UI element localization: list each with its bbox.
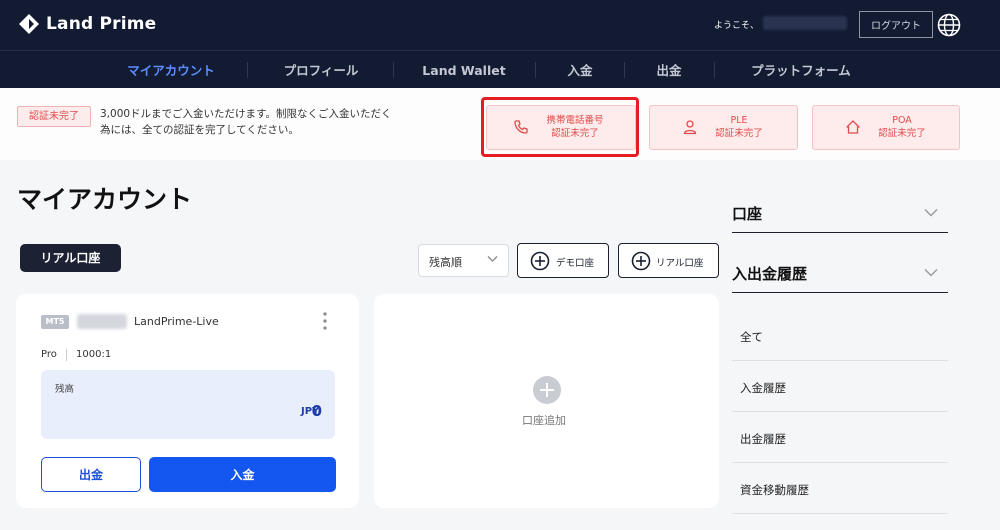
nav-item-profile[interactable]: プロフィール — [262, 51, 380, 89]
nav-divider — [247, 62, 248, 78]
add-real-account-button[interactable]: リアル口座 — [618, 243, 719, 278]
verification-message: 3,000ドルまでご入金いただけます。制限なくご入金いただく為には、全ての認証を… — [100, 108, 392, 136]
sort-select-value: 残高順 — [429, 256, 462, 269]
poa-card-status: 認証未完了 — [878, 128, 926, 139]
plus-circle-icon — [530, 251, 550, 271]
add-demo-account-button[interactable]: デモ口座 — [517, 243, 609, 278]
nav-item-deposit[interactable]: 入金 — [548, 51, 612, 89]
nav-item-platform[interactable]: プラットフォーム — [728, 51, 874, 89]
home-icon — [846, 120, 860, 134]
brand-logo[interactable]: Land Prime — [18, 13, 156, 35]
sidebar-item-label: 全て — [740, 330, 763, 344]
account-info-divider — [66, 349, 67, 361]
nav-item-withdraw[interactable]: 出金 — [637, 51, 701, 89]
withdraw-button[interactable]: 出金 — [41, 457, 141, 492]
nav-divider — [714, 62, 715, 78]
balance-label: 残高 — [55, 384, 75, 395]
logo-diamond-icon — [19, 14, 39, 34]
logout-button[interactable]: ログアウト — [859, 11, 933, 38]
page-title: マイアカウント — [17, 185, 193, 214]
welcome-text: ようこそ、 — [714, 21, 760, 31]
sidebar-section-accounts[interactable]: 口座 — [732, 195, 948, 233]
nav-divider — [393, 62, 394, 78]
sidebar-item-all[interactable]: 全て — [732, 310, 948, 361]
sidebar-section-title: 口座 — [732, 205, 763, 223]
account-type: Pro — [41, 349, 57, 360]
nav-item-land-wallet[interactable]: Land Wallet — [405, 51, 523, 89]
sidebar-section-title: 入出金履歴 — [732, 265, 808, 283]
main-nav: マイアカウント プロフィール Land Wallet 入金 出金 プラットフォー… — [0, 50, 1000, 88]
chevron-down-icon — [487, 256, 498, 262]
ple-card-status: 認証未完了 — [715, 128, 763, 139]
poa-card-title: POA — [892, 115, 912, 126]
platform-badge: MT5 — [41, 315, 69, 329]
sidebar-item-label: 資金移動履歴 — [740, 483, 809, 497]
ple-verification-card[interactable]: PLE 認証未完了 — [649, 105, 798, 150]
sidebar-item-label: 出金履歴 — [740, 432, 786, 446]
add-real-label: リアル口座 — [656, 258, 704, 269]
nav-divider — [624, 62, 625, 78]
chevron-down-icon — [924, 269, 938, 277]
user-icon — [683, 120, 697, 135]
account-leverage: 1000:1 — [76, 349, 112, 360]
brand-name: Land Prime — [46, 14, 157, 34]
sidebar-item-withdraw-history[interactable]: 出金履歴 — [732, 412, 948, 463]
masked-account-number — [77, 314, 127, 329]
account-server-name: LandPrime-Live — [134, 315, 219, 328]
balance-currency: JPY — [301, 406, 320, 417]
tab-real-account[interactable]: リアル口座 — [20, 244, 121, 272]
sidebar-item-transfer-history[interactable]: 資金移動履歴 — [732, 463, 948, 514]
unverified-badge: 認証未完了 — [17, 106, 91, 127]
globe-icon[interactable] — [937, 13, 961, 37]
nav-item-my-account[interactable]: マイアカウント — [108, 51, 234, 89]
add-account-label: 口座追加 — [522, 414, 566, 427]
deposit-button[interactable]: 入金 — [149, 457, 336, 492]
sidebar-item-label: 入金履歴 — [740, 381, 786, 395]
sort-select[interactable]: 残高順 — [418, 244, 509, 277]
masked-username — [763, 16, 847, 30]
chevron-down-icon — [924, 209, 938, 217]
sidebar-item-deposit-history[interactable]: 入金履歴 — [732, 361, 948, 412]
balance-panel — [41, 370, 335, 439]
nav-divider — [535, 62, 536, 78]
highlight-annotation-box — [481, 97, 639, 157]
sidebar-section-history[interactable]: 入出金履歴 — [732, 255, 948, 293]
more-options-icon[interactable] — [318, 311, 332, 331]
ple-card-title: PLE — [730, 115, 748, 126]
poa-verification-card[interactable]: POA 認証未完了 — [812, 105, 960, 150]
add-account-plus-icon[interactable] — [533, 376, 561, 404]
plus-circle-icon — [631, 251, 651, 271]
add-demo-label: デモ口座 — [556, 258, 595, 269]
